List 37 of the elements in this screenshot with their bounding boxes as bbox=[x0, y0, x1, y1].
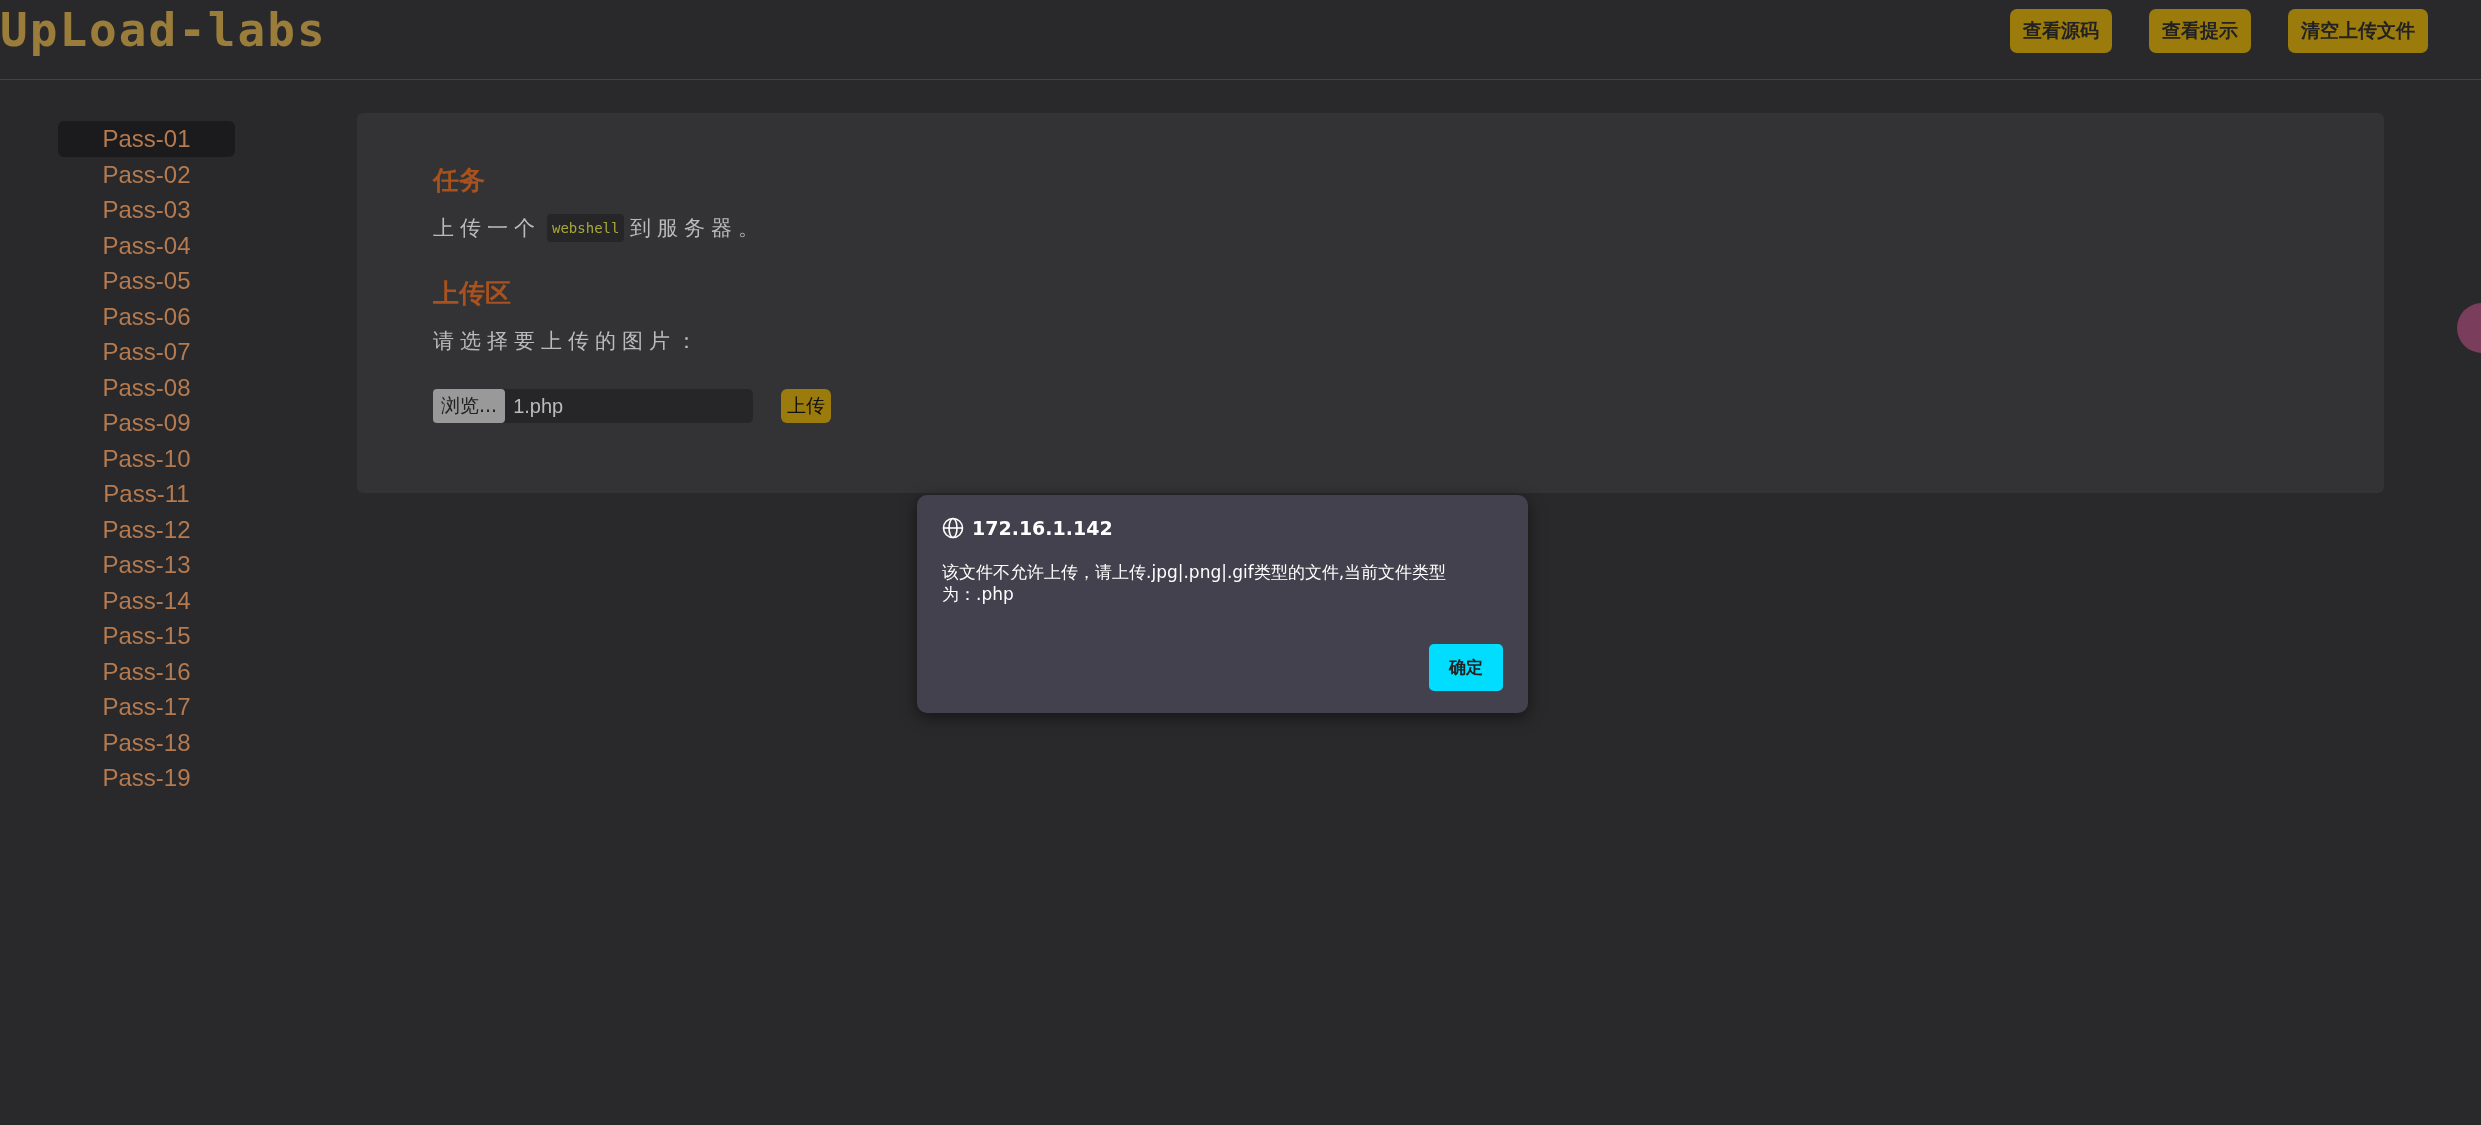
sidebar-item[interactable]: Pass-15 bbox=[58, 618, 235, 654]
site-logo: UpLoad-labs bbox=[0, 2, 327, 59]
sidebar-item[interactable]: Pass-19 bbox=[58, 760, 235, 796]
ok-button[interactable]: 确定 bbox=[1429, 644, 1503, 691]
sidebar-item[interactable]: Pass-04 bbox=[58, 227, 235, 263]
header-button[interactable]: 查看源码 bbox=[2010, 9, 2112, 53]
sidebar-item[interactable]: Pass-06 bbox=[58, 298, 235, 334]
sidebar-item[interactable]: Pass-08 bbox=[58, 369, 235, 405]
dialog-message: 该文件不允许上传，请上传.jpg|.png|.gif类型的文件,当前文件类型为：.php bbox=[942, 561, 1448, 605]
sidebar-item[interactable]: Pass-10 bbox=[58, 440, 235, 476]
section-heading: 上传区 bbox=[433, 277, 512, 310]
header-button[interactable]: 清空上传文件 bbox=[2288, 9, 2428, 53]
sidebar-item[interactable]: Pass-05 bbox=[58, 263, 235, 299]
sidebar-item[interactable]: Pass-13 bbox=[58, 547, 235, 583]
file-name: 1.php bbox=[513, 394, 564, 418]
prompt-text: 请选择要上传的图片： bbox=[433, 328, 703, 355]
file-input[interactable]: 浏览... 1.php bbox=[433, 389, 753, 423]
task-text: 上传一个 bbox=[433, 215, 541, 242]
sidebar-item[interactable]: Pass-02 bbox=[58, 156, 235, 192]
sidebar-item[interactable]: Pass-12 bbox=[58, 511, 235, 547]
sidebar-item[interactable]: Pass-11 bbox=[58, 476, 235, 512]
browse-button[interactable]: 浏览... bbox=[433, 389, 506, 423]
dialog-origin: 172.16.1.142 bbox=[972, 517, 1113, 539]
sidebar-item[interactable]: Pass-09 bbox=[58, 405, 235, 441]
sidebar-item[interactable]: Pass-01 bbox=[58, 121, 235, 157]
sidebar-item[interactable]: Pass-18 bbox=[58, 724, 235, 760]
task-text: 到服务器。 bbox=[630, 215, 766, 242]
upload-button[interactable]: 上传 bbox=[781, 389, 831, 423]
sidebar-item[interactable]: Pass-16 bbox=[58, 653, 235, 689]
sidebar-item[interactable]: Pass-14 bbox=[58, 582, 235, 618]
sidebar-item[interactable]: Pass-07 bbox=[58, 334, 235, 370]
section-heading: 任务 bbox=[433, 164, 486, 197]
sidebar-item[interactable]: Pass-17 bbox=[58, 689, 235, 725]
globe-icon bbox=[942, 517, 964, 539]
code-text: webshell bbox=[547, 214, 625, 242]
header-button[interactable]: 查看提示 bbox=[2149, 9, 2251, 53]
sidebar-item[interactable]: Pass-03 bbox=[58, 192, 235, 228]
